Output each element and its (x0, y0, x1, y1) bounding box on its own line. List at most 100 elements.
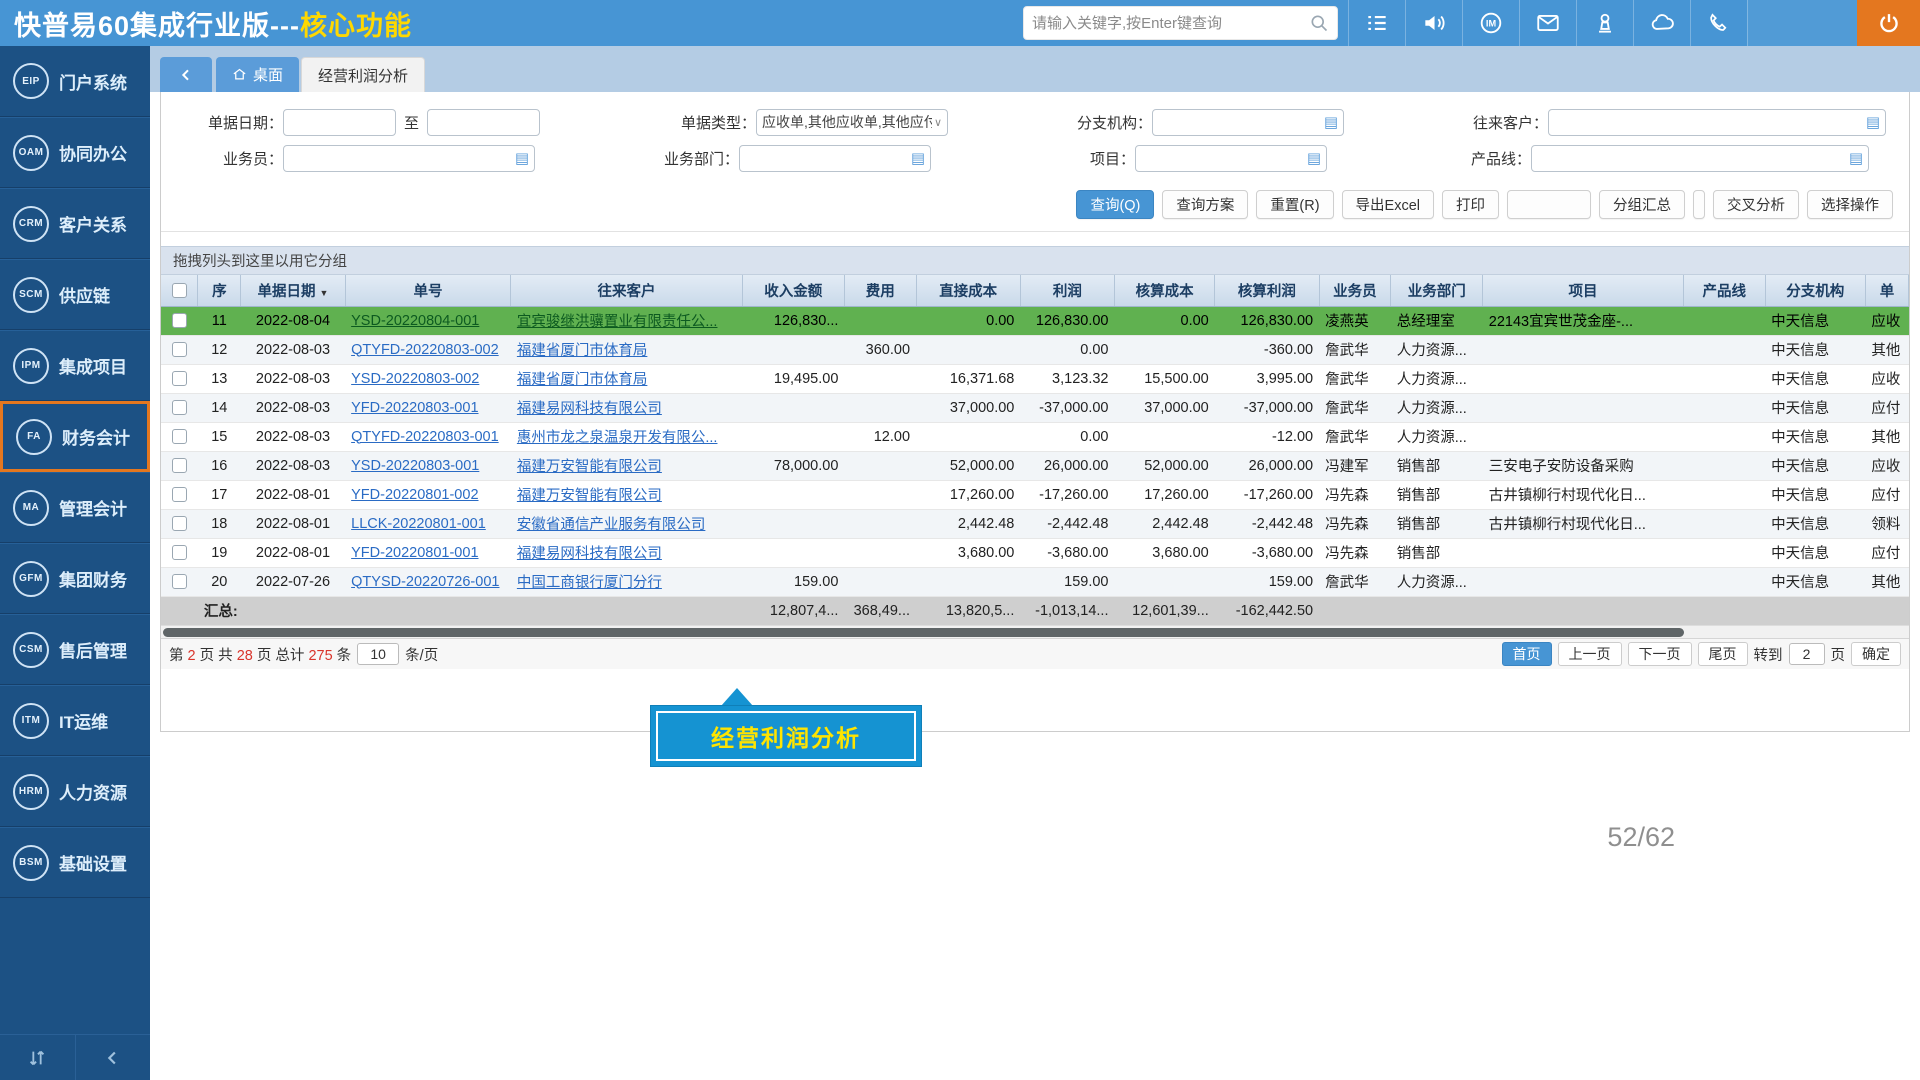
sidebar-item-hrm[interactable]: HRM人力资源 (0, 756, 150, 827)
sidebar-item-crm[interactable]: CRM客户关系 (0, 188, 150, 259)
page-button-上一页[interactable]: 上一页 (1558, 642, 1622, 666)
doc-no-link[interactable]: YFD-20220803-001 (351, 400, 478, 416)
doc-no-link[interactable]: YSD-20220803-001 (351, 458, 479, 474)
customer-link[interactable]: 福建万安智能有限公司 (517, 488, 662, 504)
row-checkbox[interactable] (172, 516, 187, 531)
select-all-checkbox[interactable] (172, 283, 187, 298)
customer-link[interactable]: 惠州市龙之泉温泉开发有限公... (517, 430, 718, 446)
table-row[interactable]: 112022-08-04YSD-20220804-001宜宾骏继洪骥置业有限责任… (161, 306, 1909, 335)
lookup-input[interactable]: ▤ (1548, 109, 1886, 136)
doc-no-link[interactable]: YFD-20220801-001 (351, 545, 478, 561)
lookup-grid-icon[interactable]: ▤ (1324, 115, 1338, 130)
table-row[interactable]: 162022-08-03YSD-20220803-001福建万安智能有限公司78… (161, 451, 1909, 480)
sidebar-item-fa[interactable]: FA财务会计 (0, 401, 150, 472)
sidebar-item-eip[interactable]: EIP门户系统 (0, 46, 150, 117)
group-by-bar[interactable]: 拖拽列头到这里以用它分组 (161, 246, 1909, 275)
phone-icon[interactable] (1690, 0, 1747, 46)
sidebar-item-scm[interactable]: SCM供应链 (0, 259, 150, 330)
column-header-分支机构[interactable]: 分支机构 (1765, 275, 1865, 306)
column-header-核算成本[interactable]: 核算成本 (1114, 275, 1214, 306)
cloud-icon[interactable] (1633, 0, 1690, 46)
doc-no-link[interactable]: LLCK-20220801-001 (351, 516, 486, 532)
customer-link[interactable]: 福建省厦门市体育局 (517, 372, 648, 388)
sidebar-reorder-icon[interactable] (0, 1035, 75, 1080)
row-checkbox[interactable] (172, 342, 187, 357)
doc-type-combo[interactable]: 应收单,其他应收单,其他应付单...∨ (756, 109, 948, 136)
lookup-input[interactable]: ▤ (1152, 109, 1344, 136)
lookup-input[interactable]: ▤ (739, 145, 931, 172)
page-button-下一页[interactable]: 下一页 (1628, 642, 1692, 666)
customer-link[interactable]: 安徽省通信产业服务有限公司 (517, 517, 706, 533)
tab-profit-analysis[interactable]: 经营利润分析 (301, 57, 425, 92)
user-icon[interactable] (1576, 0, 1633, 46)
power-icon[interactable] (1857, 0, 1920, 46)
doc-no-link[interactable]: YSD-20220804-001 (351, 313, 479, 329)
mail-icon[interactable] (1519, 0, 1576, 46)
sidebar-collapse-icon[interactable] (75, 1035, 151, 1080)
button-导出Excel[interactable]: 导出Excel (1342, 190, 1434, 219)
horizontal-scrollbar[interactable] (161, 625, 1909, 638)
table-row[interactable]: 152022-08-03QTYFD-20220803-001惠州市龙之泉温泉开发… (161, 422, 1909, 451)
tab-back-button[interactable] (160, 57, 212, 92)
doc-no-link[interactable]: QTYFD-20220803-002 (351, 342, 499, 358)
sidebar-item-itm[interactable]: ITMIT运维 (0, 685, 150, 756)
doc-no-link[interactable]: QTYFD-20220803-001 (351, 429, 499, 445)
column-header-项目[interactable]: 项目 (1483, 275, 1684, 306)
lookup-input[interactable]: ▤ (1135, 145, 1327, 172)
date-from-input[interactable] (283, 109, 396, 136)
tab-desktop[interactable]: 桌面 (216, 57, 299, 92)
column-header-单[interactable]: 单 (1865, 275, 1908, 306)
sidebar-item-oam[interactable]: OAM协同办公 (0, 117, 150, 188)
sidebar-item-csm[interactable]: CSM售后管理 (0, 614, 150, 685)
button-选择操作[interactable]: 选择操作 (1807, 190, 1893, 219)
button-查询Q[interactable]: 查询(Q) (1076, 190, 1154, 219)
row-checkbox[interactable] (172, 574, 187, 589)
global-search[interactable] (1023, 6, 1338, 40)
page-button-尾页[interactable]: 尾页 (1698, 642, 1748, 666)
button-separator[interactable] (1693, 190, 1705, 219)
customer-link[interactable]: 宜宾骏继洪骥置业有限责任公... (517, 314, 718, 330)
goto-confirm-button[interactable]: 确定 (1851, 642, 1901, 666)
row-checkbox[interactable] (172, 458, 187, 473)
table-row[interactable]: 122022-08-03QTYFD-20220803-002福建省厦门市体育局3… (161, 335, 1909, 364)
column-header-单据日期[interactable]: 单据日期▼ (241, 275, 345, 306)
search-input[interactable] (1032, 15, 1309, 32)
sidebar-item-bsm[interactable]: BSM基础设置 (0, 827, 150, 898)
sidebar-item-ipm[interactable]: IPM集成项目 (0, 330, 150, 401)
lookup-grid-icon[interactable]: ▤ (1849, 151, 1863, 166)
lookup-input[interactable]: ▤ (283, 145, 535, 172)
column-header-利润[interactable]: 利润 (1020, 275, 1114, 306)
scrollbar-thumb[interactable] (163, 628, 1684, 637)
row-checkbox[interactable] (172, 371, 187, 386)
goto-page-input[interactable]: 2 (1789, 643, 1825, 665)
page-size-input[interactable]: 10 (357, 643, 399, 665)
button-打印[interactable]: 打印 (1442, 190, 1499, 219)
speaker-icon[interactable] (1405, 0, 1462, 46)
im-icon[interactable]: IM (1462, 0, 1519, 46)
table-row[interactable]: 192022-08-01YFD-20220801-001福建易网科技有限公司3,… (161, 538, 1909, 567)
column-header-直接成本[interactable]: 直接成本 (916, 275, 1020, 306)
column-header-核算利润[interactable]: 核算利润 (1215, 275, 1319, 306)
menu-list-icon[interactable] (1348, 0, 1405, 46)
column-header-单号[interactable]: 单号 (345, 275, 511, 306)
table-row[interactable]: 172022-08-01YFD-20220801-002福建万安智能有限公司17… (161, 480, 1909, 509)
column-header-费用[interactable]: 费用 (844, 275, 916, 306)
button-blank[interactable] (1507, 190, 1591, 219)
doc-no-link[interactable]: YSD-20220803-002 (351, 371, 479, 387)
table-row[interactable]: 142022-08-03YFD-20220803-001福建易网科技有限公司37… (161, 393, 1909, 422)
button-查询方案[interactable]: 查询方案 (1162, 190, 1248, 219)
customer-link[interactable]: 福建易网科技有限公司 (517, 546, 662, 562)
page-button-首页[interactable]: 首页 (1502, 642, 1552, 666)
lookup-grid-icon[interactable]: ▤ (911, 151, 925, 166)
doc-no-link[interactable]: QTYSD-20220726-001 (351, 574, 499, 590)
column-header-收入金额[interactable]: 收入金额 (742, 275, 844, 306)
table-row[interactable]: 202022-07-26QTYSD-20220726-001中国工商银行厦门分行… (161, 567, 1909, 596)
lookup-grid-icon[interactable]: ▤ (1307, 151, 1321, 166)
table-row[interactable]: 182022-08-01LLCK-20220801-001安徽省通信产业服务有限… (161, 509, 1909, 538)
column-header-业务部门[interactable]: 业务部门 (1391, 275, 1483, 306)
sidebar-item-gfm[interactable]: GFM集团财务 (0, 543, 150, 614)
column-header-业务员[interactable]: 业务员 (1319, 275, 1391, 306)
button-分组汇总[interactable]: 分组汇总 (1599, 190, 1685, 219)
row-checkbox[interactable] (172, 487, 187, 502)
customer-link[interactable]: 福建省厦门市体育局 (517, 343, 648, 359)
